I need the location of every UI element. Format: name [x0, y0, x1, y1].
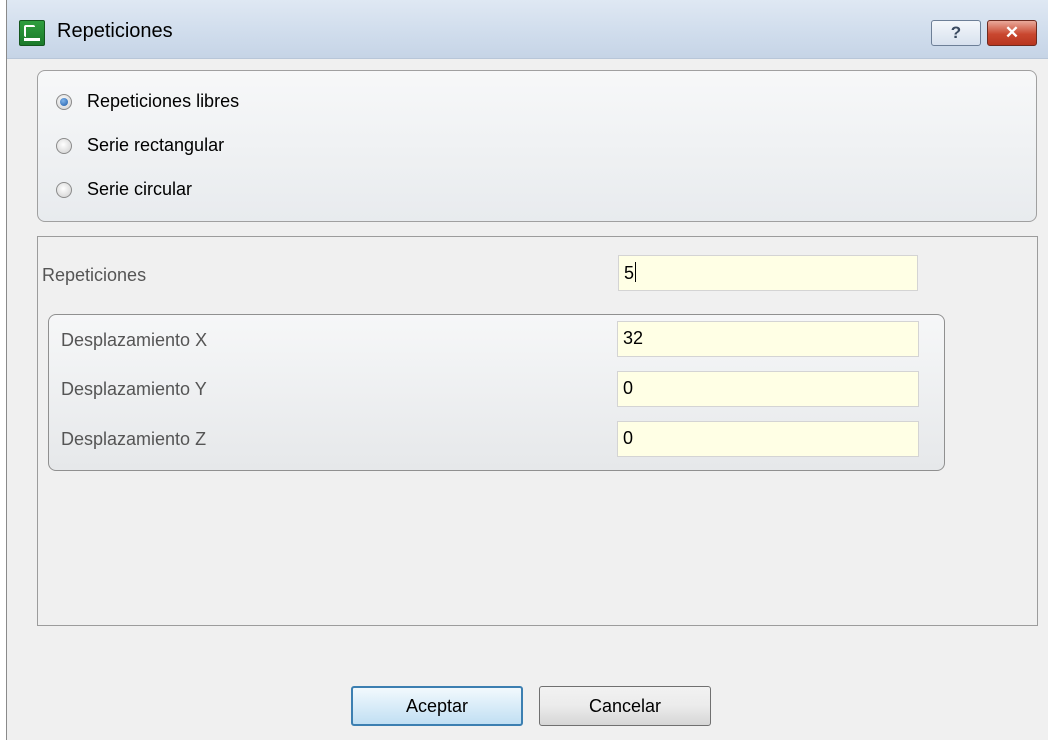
radio-option-free-repetitions[interactable]: Repeticiones libres — [56, 91, 239, 112]
repetitions-value: 5 — [624, 263, 635, 283]
radio-option-rectangular-series[interactable]: Serie rectangular — [56, 135, 224, 156]
offset-z-label: Desplazamiento Z — [61, 429, 207, 449]
question-mark-icon: ? — [950, 23, 962, 42]
dialog-window: Repeticiones ? ✕ Repeticiones libres Ser… — [6, 0, 1048, 740]
radio-label: Serie circular — [87, 179, 193, 199]
app-icon — [19, 20, 45, 46]
offset-y-label: Desplazamiento Y — [61, 379, 207, 399]
offset-z-input[interactable]: 0 — [617, 421, 919, 457]
help-button[interactable]: ? — [931, 20, 981, 46]
radio-button[interactable] — [56, 137, 72, 154]
radio-button-checked[interactable] — [56, 93, 72, 110]
offset-x-value: 32 — [623, 328, 644, 348]
text-cursor — [635, 262, 637, 282]
radio-label: Repeticiones libres — [87, 91, 240, 111]
radio-button[interactable] — [56, 181, 72, 198]
radio-label: Serie rectangular — [87, 135, 225, 155]
repetitions-input[interactable]: 5 — [618, 255, 918, 291]
offset-z-value: 0 — [623, 428, 634, 448]
radio-option-circular-series[interactable]: Serie circular — [56, 179, 192, 200]
mode-radio-group: Repeticiones libres Serie rectangular Se… — [37, 70, 1037, 222]
offset-group: Desplazamiento X 32 Desplazamiento Y 0 D… — [48, 314, 945, 471]
cancel-button[interactable]: Cancelar — [539, 686, 711, 726]
offset-x-label: Desplazamiento X — [61, 330, 208, 350]
offset-y-value: 0 — [623, 378, 634, 398]
offset-x-input[interactable]: 32 — [617, 321, 919, 357]
title-bar: Repeticiones ? ✕ — [7, 0, 1048, 59]
repetitions-label: Repeticiones — [42, 265, 147, 285]
parameters-panel: Repeticiones 5 Desplazamiento X 32 Despl… — [37, 236, 1038, 626]
window-title: Repeticiones — [57, 20, 173, 42]
close-button[interactable]: ✕ — [987, 20, 1037, 46]
accept-button[interactable]: Aceptar — [351, 686, 523, 726]
close-icon: ✕ — [1004, 23, 1020, 42]
offset-y-input[interactable]: 0 — [617, 371, 919, 407]
